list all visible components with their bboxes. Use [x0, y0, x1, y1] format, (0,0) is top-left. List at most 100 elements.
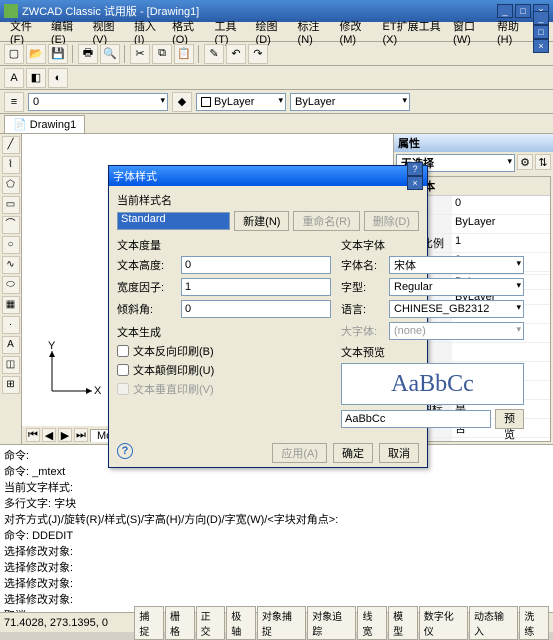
tab-first-icon[interactable]: ⏮ [26, 428, 40, 442]
rect-icon[interactable]: ▭ [2, 196, 20, 214]
status-bar: 71.4028, 273.1395, 0 捕捉栅格正交极轴对象捕捉对象追踪线宽模… [0, 612, 553, 632]
tool-icon[interactable]: A [4, 68, 24, 88]
coords-display: 71.4028, 273.1395, 0 [4, 617, 132, 629]
dialog-titlebar[interactable]: 字体样式 ?× [109, 166, 427, 186]
prop-tool-icon[interactable]: ⚙ [517, 154, 533, 170]
status-toggle[interactable]: 洗练 [519, 606, 549, 640]
measure-heading: 文本度量 [117, 237, 331, 253]
hatch-icon[interactable]: ▦ [2, 296, 20, 314]
status-toggle[interactable]: 栅格 [165, 606, 195, 640]
redo-icon[interactable]: ↷ [248, 44, 268, 64]
menu-et[interactable]: ET扩展工具(X) [377, 16, 448, 48]
gen-heading: 文本生成 [117, 324, 331, 340]
language-combo[interactable]: CHINESE_GB2312 [389, 300, 524, 318]
layer-toolbar: ≡ 0 ◆ ByLayer ByLayer [0, 90, 553, 114]
svg-text:Y: Y [48, 341, 56, 352]
dialog-help-button[interactable]: ? [407, 162, 423, 176]
preview-button[interactable]: 预览 [495, 409, 524, 429]
status-toggle[interactable]: 对象追踪 [307, 606, 356, 640]
menu-modify[interactable]: 修改(M) [334, 16, 377, 48]
status-toggle[interactable]: 线宽 [357, 606, 387, 640]
fontname-combo[interactable]: 宋体 [389, 256, 524, 274]
tab-last-icon[interactable]: ⏭ [74, 428, 88, 442]
svg-text:X: X [94, 385, 102, 397]
block-icon[interactable]: ◫ [2, 356, 20, 374]
preview-input[interactable] [341, 410, 491, 428]
tab-prev-icon[interactable]: ◀ [42, 428, 56, 442]
open-icon[interactable]: 📂 [26, 44, 46, 64]
upside-checkbox[interactable]: 文本颠倒印刷(U) [117, 362, 331, 378]
help-icon[interactable]: ? [117, 443, 133, 459]
point-icon[interactable]: · [2, 316, 20, 334]
text-icon[interactable]: A [2, 336, 20, 354]
toolbar-2: A ◧ ◐ [0, 66, 553, 90]
status-toggle[interactable]: 动态输入 [469, 606, 518, 640]
cut-icon[interactable]: ✂ [130, 44, 150, 64]
doc-minimize-button[interactable]: _ [533, 11, 549, 25]
ucs-icon: XY [42, 341, 102, 404]
print-icon[interactable]: 🖶 [78, 44, 98, 64]
undo-icon[interactable]: ↶ [226, 44, 246, 64]
doc-tabs: 📄 Drawing1 [0, 114, 553, 134]
style-name-combo[interactable]: Standard [117, 212, 230, 230]
angle-input[interactable] [181, 300, 331, 318]
fontstyle-combo[interactable]: Regular [389, 278, 524, 296]
dialog-close-button[interactable]: × [407, 176, 423, 190]
save-icon[interactable]: 💾 [48, 44, 68, 64]
bigfont-combo: (none) [389, 322, 524, 340]
rename-button: 重命名(R) [293, 211, 359, 231]
new-icon[interactable]: ▢ [4, 44, 24, 64]
cancel-button[interactable]: 取消 [379, 443, 419, 463]
pline-icon[interactable]: ⌇ [2, 156, 20, 174]
doc-close-button[interactable]: × [533, 39, 549, 53]
vertical-checkbox: 文本垂直印刷(V) [117, 381, 331, 397]
doc-restore-button[interactable]: □ [533, 25, 549, 39]
tab-drawing1[interactable]: 📄 Drawing1 [4, 115, 85, 133]
table-icon[interactable]: ⊞ [2, 376, 20, 394]
preview-box: AaBbCc [341, 363, 524, 405]
line-icon[interactable]: ╱ [2, 136, 20, 154]
current-style-label: 当前样式名 [117, 192, 419, 208]
menu-window[interactable]: 窗口(W) [447, 16, 491, 48]
preview-icon[interactable]: 🔍 [100, 44, 120, 64]
color-combo[interactable]: ByLayer [196, 93, 286, 111]
height-input[interactable] [181, 256, 331, 274]
command-window[interactable]: 命令: 命令: _mtext 当前文字样式: 多行文字: 字块 对齐方式(J)/… [0, 444, 553, 612]
status-toggle[interactable]: 模型 [388, 606, 418, 640]
status-toggle[interactable]: 极轴 [226, 606, 256, 640]
circle-icon[interactable]: ○ [2, 236, 20, 254]
menu-bar: 文件(F) 编辑(E) 视图(V) 插入(I) 格式(O) 工具(T) 绘图(D… [0, 22, 553, 42]
new-style-button[interactable]: 新建(N) [234, 211, 289, 231]
delete-button: 删除(D) [364, 211, 419, 231]
menu-help[interactable]: 帮助(H) [491, 16, 533, 48]
polygon-icon[interactable]: ⬠ [2, 176, 20, 194]
reverse-checkbox[interactable]: 文本反向印刷(B) [117, 343, 331, 359]
apply-button: 应用(A) [272, 443, 327, 463]
match-icon[interactable]: ✎ [204, 44, 224, 64]
layer-tool-icon[interactable]: ◆ [172, 92, 192, 112]
arc-icon[interactable]: ⌒ [2, 216, 20, 234]
tab-next-icon[interactable]: ▶ [58, 428, 72, 442]
status-toggle[interactable]: 捕捉 [134, 606, 164, 640]
text-style-dialog: 字体样式 ?× 当前样式名 Standard 新建(N) 重命名(R) 删除(D… [108, 165, 428, 468]
menu-dim[interactable]: 标注(N) [292, 16, 334, 48]
spline-icon[interactable]: ∿ [2, 256, 20, 274]
status-toggle[interactable]: 正交 [196, 606, 226, 640]
status-toggle[interactable]: 数字化仪 [419, 606, 468, 640]
layer-combo[interactable]: 0 [28, 93, 168, 111]
layer-icon[interactable]: ≡ [4, 92, 24, 112]
status-toggle[interactable]: 对象捕捉 [257, 606, 306, 640]
linetype-combo[interactable]: ByLayer [290, 93, 410, 111]
font-heading: 文本字体 [341, 237, 524, 253]
prop-tool-icon[interactable]: ⇅ [535, 154, 551, 170]
ellipse-icon[interactable]: ⬭ [2, 276, 20, 294]
preview-heading: 文本预览 [341, 344, 524, 360]
tool-icon[interactable]: ◧ [26, 68, 46, 88]
properties-title: 属性 [394, 134, 553, 152]
copy-icon[interactable]: ⧉ [152, 44, 172, 64]
ok-button[interactable]: 确定 [333, 443, 373, 463]
paste-icon[interactable]: 📋 [174, 44, 194, 64]
draw-toolbar: ╱ ⌇ ⬠ ▭ ⌒ ○ ∿ ⬭ ▦ · A ◫ ⊞ [0, 134, 22, 444]
width-input[interactable] [181, 278, 331, 296]
tool-icon[interactable]: ◐ [48, 68, 68, 88]
